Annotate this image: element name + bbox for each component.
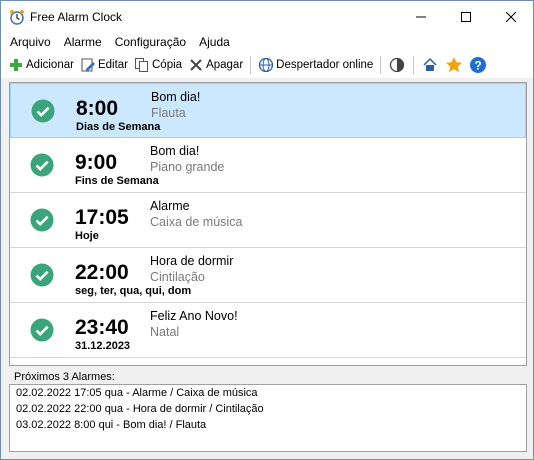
alarm-days: Hoje	[75, 230, 99, 242]
check-icon[interactable]	[30, 153, 54, 177]
toolbar: Adicionar Editar Cópia Apagar Despertado…	[1, 52, 533, 78]
next-alarm-item: 03.02.2022 8:00 qui - Bom dia! / Flauta	[16, 419, 207, 431]
alarm-row[interactable]: 23:40 31.12.2023 Feliz Ano Novo! Natal	[10, 303, 526, 358]
alarm-label: Hora de dormir	[150, 254, 234, 268]
next-alarm-item: 02.02.2022 22:00 qua - Hora de dormir / …	[16, 403, 264, 415]
menu-ajuda[interactable]: Ajuda	[193, 35, 237, 49]
next-alarms-title: Próximos 3 Alarmes:	[14, 371, 115, 383]
menu-arquivo[interactable]: Arquivo	[4, 35, 58, 49]
contrast-icon	[390, 57, 405, 73]
delete-label: Apagar	[206, 59, 244, 71]
app-window: Free Alarm Clock Arquivo Alarme Configur…	[0, 0, 534, 460]
copy-button[interactable]: Cópia	[131, 54, 185, 76]
alarm-label: Bom dia!	[150, 144, 200, 158]
edit-button[interactable]: Editar	[77, 54, 131, 76]
minimize-button[interactable]	[398, 1, 443, 32]
check-icon[interactable]	[30, 263, 54, 287]
alarm-label: Alarme	[150, 199, 190, 213]
plus-icon	[10, 59, 22, 71]
alarm-time: 23:40	[75, 316, 129, 339]
alarm-days: seg, ter, qua, qui, dom	[75, 285, 192, 297]
next-alarm-item: 02.02.2022 17:05 qua - Alarme / Caixa de…	[16, 387, 258, 399]
menu-configuracao[interactable]: Configuração	[109, 35, 193, 49]
alarm-row[interactable]: 9:00 Fins de Semana Bom dia! Piano grand…	[10, 138, 526, 193]
homepage-button[interactable]	[419, 54, 441, 76]
alarm-sound: Cintilação	[150, 270, 205, 284]
alarm-time: 22:00	[75, 261, 129, 284]
maximize-icon	[460, 11, 471, 22]
globe-icon	[259, 57, 274, 73]
theme-toggle-button[interactable]	[386, 54, 408, 76]
maximize-button[interactable]	[443, 1, 488, 32]
star-icon	[446, 57, 463, 73]
alarm-clock-icon	[10, 9, 24, 25]
alarm-sound: Piano grande	[150, 160, 225, 174]
alarm-row[interactable]: 22:00 seg, ter, qua, qui, dom Hora de do…	[10, 248, 526, 303]
alarm-days: Fins de Semana	[75, 175, 159, 187]
add-label: Adicionar	[26, 59, 74, 71]
alarm-days: Dias de Semana	[76, 121, 161, 133]
copy-icon	[135, 58, 148, 72]
alarm-time: 17:05	[75, 206, 129, 229]
toolbar-separator	[380, 56, 382, 74]
alarm-days: 31.12.2023	[75, 340, 131, 352]
alarm-time: 8:00	[76, 97, 119, 120]
close-button[interactable]	[488, 1, 533, 32]
online-alarm-button[interactable]: Despertador online	[255, 54, 376, 76]
alarm-row[interactable]: 17:05 Hoje Alarme Caixa de música	[10, 193, 526, 248]
minimize-icon	[415, 16, 426, 17]
help-button[interactable]: ?	[467, 54, 489, 76]
menu-bar: Arquivo Alarme Configuração Ajuda	[1, 32, 533, 52]
check-icon[interactable]	[30, 208, 54, 232]
toolbar-separator	[413, 56, 415, 74]
help-icon: ?	[470, 57, 487, 73]
alarm-sound: Flauta	[151, 106, 186, 120]
alarm-sound: Caixa de música	[150, 215, 243, 229]
title-bar[interactable]: Free Alarm Clock	[1, 1, 533, 32]
close-icon	[505, 11, 516, 22]
edit-label: Editar	[97, 59, 128, 71]
check-icon[interactable]	[31, 99, 55, 123]
check-icon[interactable]	[30, 318, 54, 342]
alarm-list[interactable]: 8:00 Dias de Semana Bom dia! Flauta 9:00…	[9, 82, 527, 366]
alarm-sound: Natal	[150, 325, 180, 339]
svg-text:?: ?	[475, 59, 482, 73]
window-title: Free Alarm Clock	[30, 9, 123, 24]
menu-alarme[interactable]: Alarme	[58, 35, 109, 49]
home-icon	[423, 57, 437, 71]
delete-button[interactable]: Apagar	[185, 54, 246, 76]
edit-icon	[81, 58, 95, 72]
online-alarm-label: Despertador online	[276, 59, 374, 71]
delete-icon	[190, 59, 202, 71]
copy-label: Cópia	[152, 59, 183, 71]
toolbar-separator	[250, 56, 252, 74]
alarm-time: 9:00	[75, 151, 118, 174]
alarm-label: Bom dia!	[151, 90, 201, 104]
next-alarms-list: 02.02.2022 17:05 qua - Alarme / Caixa de…	[9, 384, 527, 452]
add-button[interactable]: Adicionar	[5, 54, 77, 76]
alarm-label: Feliz Ano Novo!	[150, 309, 238, 323]
alarm-row[interactable]: 8:00 Dias de Semana Bom dia! Flauta	[10, 83, 526, 138]
favorite-button[interactable]	[443, 54, 465, 76]
